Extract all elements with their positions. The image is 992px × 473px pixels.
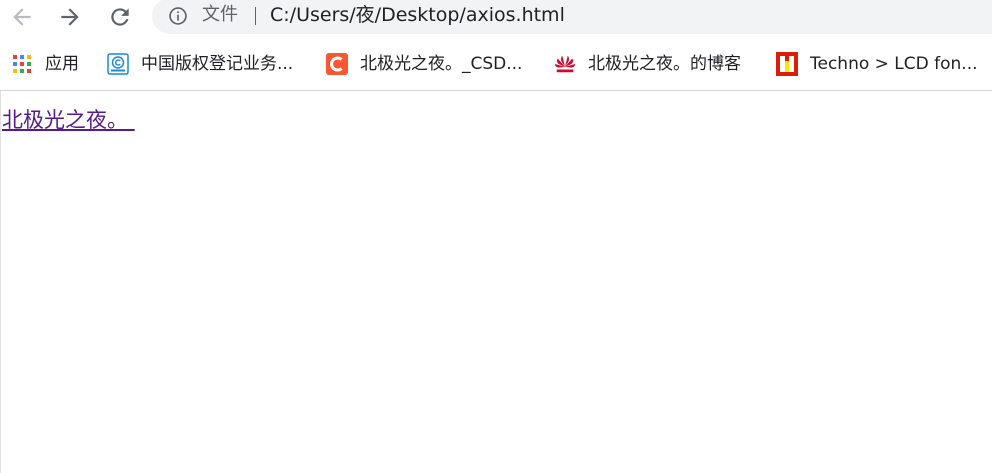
bookmark-apps[interactable]: 应用 <box>11 50 79 78</box>
techno-icon <box>776 52 798 76</box>
page-content: 北极光之夜。 <box>0 91 992 473</box>
bookmark-huawei[interactable]: 北极光之夜。的博客 <box>554 50 741 78</box>
page-link[interactable]: 北极光之夜。 <box>2 106 135 134</box>
window-left-edge <box>0 91 1 473</box>
apps-grid-icon <box>11 53 33 75</box>
reload-icon <box>111 8 129 26</box>
forward-button[interactable] <box>53 0 87 34</box>
reload-button[interactable] <box>103 0 137 34</box>
url-text[interactable]: C:/Users/夜/Desktop/axios.html <box>270 3 565 27</box>
bookmark-copyright[interactable]: 中国版权登记业务... <box>107 50 293 78</box>
bookmark-label: 北极光之夜。_CSD... <box>360 54 523 74</box>
bookmark-techno[interactable]: Techno > LCD fon... <box>776 50 978 78</box>
address-bar[interactable]: 文件 C:/Users/夜/Desktop/axios.html <box>152 0 992 34</box>
navigation-bar: 文件 C:/Users/夜/Desktop/axios.html <box>0 0 992 34</box>
bookmark-label: 应用 <box>45 54 79 74</box>
omnibox-separator <box>255 7 256 25</box>
info-circle-icon[interactable] <box>168 6 188 26</box>
bookmark-label: 中国版权登记业务... <box>141 54 294 74</box>
copyright-icon <box>107 53 129 75</box>
bookmark-label: Techno > LCD fon... <box>810 54 978 74</box>
arrow-left-icon <box>13 8 31 26</box>
bookmarks-bar: 应用 中国版权登记业务... 北极光之夜。_CSD... 北极光之夜。的博客 T… <box>0 48 992 80</box>
huawei-icon <box>554 53 576 75</box>
scheme-label: 文件 <box>202 4 238 25</box>
arrow-right-icon <box>61 8 79 26</box>
back-button[interactable] <box>5 0 39 34</box>
bookmark-label: 北极光之夜。的博客 <box>588 54 741 74</box>
bookmark-csdn[interactable]: 北极光之夜。_CSD... <box>326 50 522 78</box>
browser-window: 文件 C:/Users/夜/Desktop/axios.html 应用 中国版权… <box>0 0 992 473</box>
csdn-icon <box>326 53 348 75</box>
